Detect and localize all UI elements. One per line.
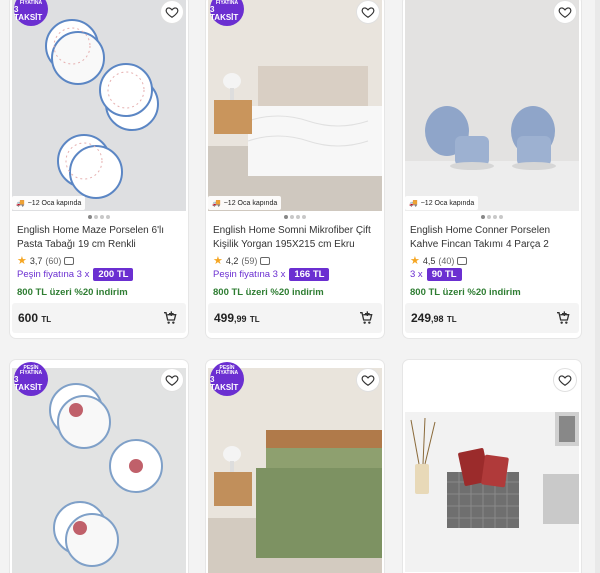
price-bar: 600 TL xyxy=(12,303,186,333)
product-card[interactable]: PEŞİN FİYATINA 3 TAKSİT 🚚 ~12 Oca kapınd… xyxy=(10,0,188,338)
image-pager[interactable] xyxy=(403,215,581,219)
delivery-tag: 🚚 ~12 Oca kapında xyxy=(405,196,479,210)
star-icon: ★ xyxy=(213,255,223,267)
heart-icon xyxy=(558,7,572,18)
product-image[interactable] xyxy=(12,0,186,211)
delivery-tag: 🚚 ~12 Oca kapında xyxy=(12,196,86,210)
product-card[interactable] xyxy=(403,360,581,573)
product-title[interactable]: English Home Conner Porselen Kahve Finca… xyxy=(410,224,575,252)
product-card[interactable]: 🚚 ~12 Oca kapında English Home Conner Po… xyxy=(403,0,581,338)
truck-icon: 🚚 xyxy=(409,200,418,207)
price: 499,99 TL xyxy=(214,311,260,325)
product-title[interactable]: English Home Maze Porselen 6'lı Pasta Ta… xyxy=(17,224,182,252)
star-icon: ★ xyxy=(17,255,27,267)
installment-info: Peşin fiyatına 3 x 200 TL xyxy=(17,268,134,281)
product-grid: PEŞİN FİYATINA 3 TAKSİT 🚚 ~12 Oca kapınd… xyxy=(0,0,600,573)
product-image[interactable] xyxy=(208,0,382,211)
camera-icon xyxy=(457,256,468,265)
rating: ★ 3,7 (60) xyxy=(17,254,75,267)
right-edge-divider xyxy=(595,0,600,573)
truck-icon: 🚚 xyxy=(16,200,25,207)
bedding-illustration xyxy=(208,368,382,573)
favorite-button[interactable] xyxy=(553,0,577,24)
installment-info: 3 x 90 TL xyxy=(410,268,462,281)
product-card[interactable]: PEŞİN FİYATINA 3 TAKSİT xyxy=(206,360,384,573)
favorite-button[interactable] xyxy=(160,368,184,392)
delivery-text: ~12 Oca kapında xyxy=(27,199,82,207)
favorite-button[interactable] xyxy=(356,0,380,24)
price-int: 499 xyxy=(214,311,235,325)
product-image[interactable] xyxy=(12,368,186,573)
price-currency: TL xyxy=(41,315,52,324)
price-dec: ,99 xyxy=(234,314,247,324)
badge-line3: 3 TAKSİT xyxy=(14,375,43,392)
add-to-cart-icon[interactable] xyxy=(358,310,374,326)
plates-illustration xyxy=(45,19,159,199)
badge-line3: 3 TAKSİT xyxy=(210,375,239,392)
plates-illustration xyxy=(49,383,163,567)
price: 600 TL xyxy=(18,311,51,325)
rating-value: 4,5 xyxy=(422,255,436,266)
rating-count: (60) xyxy=(45,255,62,266)
image-pager[interactable] xyxy=(206,215,384,219)
price-bar: 249,98 TL xyxy=(405,303,579,333)
installment-info: Peşin fiyatına 3 x 166 TL xyxy=(213,268,330,281)
installment-badge: PEŞİN FİYATINA 3 TAKSİT xyxy=(210,362,244,396)
installment-amount: 200 TL xyxy=(93,268,134,281)
price-bar: 499,99 TL xyxy=(208,303,382,333)
installment-amount: 166 TL xyxy=(289,268,330,281)
favorite-button[interactable] xyxy=(553,368,577,392)
image-pager[interactable] xyxy=(10,215,188,219)
rating: ★ 4,5 (40) xyxy=(410,254,468,267)
heart-icon xyxy=(165,7,179,18)
product-image[interactable] xyxy=(405,412,579,572)
price-dec: ,98 xyxy=(431,314,444,324)
price: 249,98 TL xyxy=(411,311,457,325)
rating-value: 4,2 xyxy=(225,255,239,266)
favorite-button[interactable] xyxy=(160,0,184,24)
price-int: 249 xyxy=(411,311,432,325)
rating-value: 3,7 xyxy=(29,255,43,266)
installment-label: Peşin fiyatına 3 x xyxy=(17,269,90,280)
truck-icon: 🚚 xyxy=(212,200,221,207)
product-image[interactable] xyxy=(208,368,382,573)
installment-label: 3 x xyxy=(410,269,423,280)
camera-icon xyxy=(260,256,271,265)
heart-icon xyxy=(361,375,375,386)
rating-count: (59) xyxy=(241,255,258,266)
badge-line3: 3 TAKSİT xyxy=(14,5,43,22)
basket-illustration xyxy=(405,412,579,572)
badge-line3: 3 TAKSİT xyxy=(210,5,239,22)
camera-icon xyxy=(64,256,75,265)
installment-label: Peşin fiyatına 3 x xyxy=(213,269,286,280)
product-card[interactable]: PEŞİN FİYATINA 3 TAKSİT xyxy=(10,360,188,573)
rating: ★ 4,2 (59) xyxy=(213,254,271,267)
rating-count: (40) xyxy=(438,255,455,266)
delivery-text: ~12 Oca kapında xyxy=(223,199,278,207)
product-card[interactable]: PEŞİN FİYATINA 3 TAKSİT 🚚 ~12 Oca kapınd… xyxy=(206,0,384,338)
promo-text: 800 TL üzeri %20 indirim xyxy=(213,287,324,298)
quilt-illustration xyxy=(208,0,382,211)
installment-amount: 90 TL xyxy=(426,268,462,281)
price-currency: TL xyxy=(446,315,457,324)
product-image[interactable] xyxy=(405,0,579,211)
cups-illustration xyxy=(405,106,579,211)
promo-text: 800 TL üzeri %20 indirim xyxy=(410,287,521,298)
heart-icon xyxy=(558,375,572,386)
add-to-cart-icon[interactable] xyxy=(162,310,178,326)
price-currency: TL xyxy=(249,315,260,324)
heart-icon xyxy=(361,7,375,18)
promo-text: 800 TL üzeri %20 indirim xyxy=(17,287,128,298)
price-int: 600 xyxy=(18,311,39,325)
product-title[interactable]: English Home Somni Mikrofiber Çift Kişil… xyxy=(213,224,378,252)
delivery-text: ~12 Oca kapında xyxy=(420,199,475,207)
star-icon: ★ xyxy=(410,255,420,267)
favorite-button[interactable] xyxy=(356,368,380,392)
heart-icon xyxy=(165,375,179,386)
installment-badge: PEŞİN FİYATINA 3 TAKSİT xyxy=(14,362,48,396)
delivery-tag: 🚚 ~12 Oca kapında xyxy=(208,196,282,210)
add-to-cart-icon[interactable] xyxy=(555,310,571,326)
